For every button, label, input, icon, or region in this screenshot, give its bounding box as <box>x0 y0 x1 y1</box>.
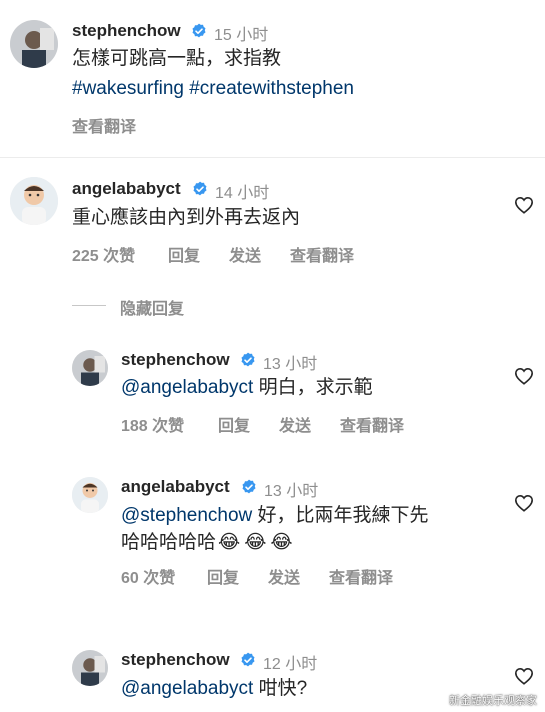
verified-badge-icon <box>242 479 256 494</box>
send-button[interactable]: 发送 <box>229 242 261 266</box>
timestamp: 13 小时 <box>264 483 319 500</box>
like-count[interactable]: 188 次赞 <box>121 412 184 436</box>
username[interactable]: angelababyct <box>121 477 230 497</box>
heart-outline-icon[interactable] <box>514 367 534 385</box>
comment-text: @angelababyct 咁快? <box>121 676 307 702</box>
emoji-laughing: 😂😂😂 <box>218 531 297 553</box>
mention[interactable]: @angelababyct <box>121 377 253 398</box>
username[interactable]: angelababyct <box>72 179 181 199</box>
watermark: 新金融娱乐观察家 <box>449 695 537 707</box>
mention[interactable]: @angelababyct <box>121 678 253 699</box>
heart-outline-icon[interactable] <box>514 196 534 214</box>
send-button[interactable]: 发送 <box>268 564 300 588</box>
timestamp: 12 小时 <box>263 656 318 673</box>
reply-text: 咁快? <box>253 678 308 699</box>
avatar[interactable] <box>72 350 108 386</box>
reply-button[interactable]: 回复 <box>207 564 239 588</box>
translate-button[interactable]: 查看翻译 <box>72 113 136 137</box>
comment-text: @angelababyct 明白，求示範 <box>121 375 373 401</box>
verified-badge-icon <box>241 652 255 667</box>
translate-button[interactable]: 查看翻译 <box>290 242 354 266</box>
avatar[interactable] <box>72 650 108 686</box>
translate-button[interactable]: 查看翻译 <box>329 564 393 588</box>
mention[interactable]: @stephenchow <box>121 505 252 526</box>
like-count[interactable]: 225 次赞 <box>72 242 135 266</box>
verified-badge-icon <box>241 352 255 367</box>
like-count[interactable]: 60 次赞 <box>121 564 175 588</box>
translate-button[interactable]: 查看翻译 <box>340 412 404 436</box>
timestamp: 14 小时 <box>215 185 270 202</box>
username[interactable]: stephenchow <box>121 650 230 670</box>
comment-text: @stephenchow 好，比兩年我練下先 <box>121 503 429 529</box>
timestamp: 13 小时 <box>263 356 318 373</box>
reply-text: 哈哈哈哈哈 <box>121 532 217 553</box>
reply-button[interactable]: 回复 <box>168 242 200 266</box>
hashtags[interactable]: #wakesurfing #createwithstephen <box>72 76 354 102</box>
hide-replies-line <box>72 305 106 306</box>
verified-badge-icon <box>192 23 206 38</box>
reply-text: 明白，求示範 <box>253 377 373 398</box>
heart-outline-icon[interactable] <box>514 494 534 512</box>
username[interactable]: stephenchow <box>72 21 181 41</box>
timestamp: 15 小时 <box>214 27 269 44</box>
reply-text: 好，比兩年我練下先 <box>252 505 429 526</box>
divider <box>0 157 545 158</box>
verified-badge-icon <box>193 181 207 196</box>
username[interactable]: stephenchow <box>121 350 230 370</box>
send-button[interactable]: 发送 <box>279 412 311 436</box>
heart-outline-icon[interactable] <box>514 667 534 685</box>
comment-text-line2: 哈哈哈哈哈 😂😂😂 <box>121 529 297 556</box>
comment-text: 重心應該由內到外再去返內 <box>72 207 301 228</box>
avatar[interactable] <box>72 477 108 513</box>
avatar[interactable] <box>10 177 58 225</box>
comment-text: 怎樣可跳高一點，求指教 <box>72 48 282 69</box>
hide-replies-button[interactable]: 隐藏回复 <box>120 295 184 319</box>
reply-button[interactable]: 回复 <box>218 412 250 436</box>
avatar[interactable] <box>10 20 58 68</box>
